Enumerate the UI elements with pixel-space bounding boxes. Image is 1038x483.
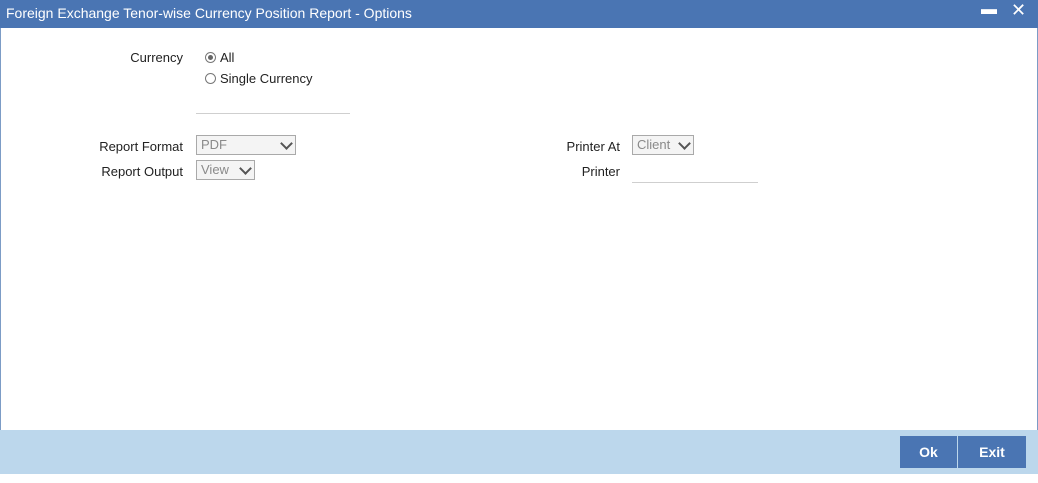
radio-all[interactable]: All	[205, 50, 234, 65]
report-output-select[interactable]: View	[196, 160, 255, 180]
radio-all-button[interactable]	[205, 52, 216, 63]
report-format-value: PDF	[201, 137, 227, 152]
report-output-label: Report Output	[101, 164, 183, 179]
printer-field-underline	[632, 182, 758, 183]
printer-at-value: Client	[637, 137, 671, 152]
exit-button[interactable]: Exit	[958, 436, 1026, 468]
radio-all-label: All	[220, 50, 235, 65]
close-icon[interactable]: ✕	[1011, 0, 1026, 21]
chevron-down-icon	[678, 137, 691, 150]
printer-at-label: Printer At	[566, 139, 620, 154]
chevron-down-icon	[239, 162, 252, 175]
options-panel	[0, 28, 1038, 430]
minimize-icon[interactable]: ▬	[981, 1, 997, 19]
footer-bar: Ok Exit	[0, 430, 1038, 474]
report-format-label: Report Format	[99, 139, 183, 154]
chevron-down-icon	[280, 137, 293, 150]
printer-at-select[interactable]: Client	[632, 135, 694, 155]
title-bar: Foreign Exchange Tenor-wise Currency Pos…	[0, 0, 1038, 28]
radio-single-currency-button[interactable]	[205, 73, 216, 84]
currency-divider	[196, 113, 350, 114]
report-format-select[interactable]: PDF	[196, 135, 296, 155]
ok-button[interactable]: Ok	[900, 436, 957, 468]
radio-single-currency[interactable]: Single Currency	[205, 71, 313, 86]
currency-label: Currency	[130, 50, 183, 65]
report-output-value: View	[201, 162, 229, 177]
radio-single-currency-label: Single Currency	[220, 71, 313, 86]
window-title: Foreign Exchange Tenor-wise Currency Pos…	[6, 5, 412, 21]
printer-label: Printer	[581, 164, 620, 179]
